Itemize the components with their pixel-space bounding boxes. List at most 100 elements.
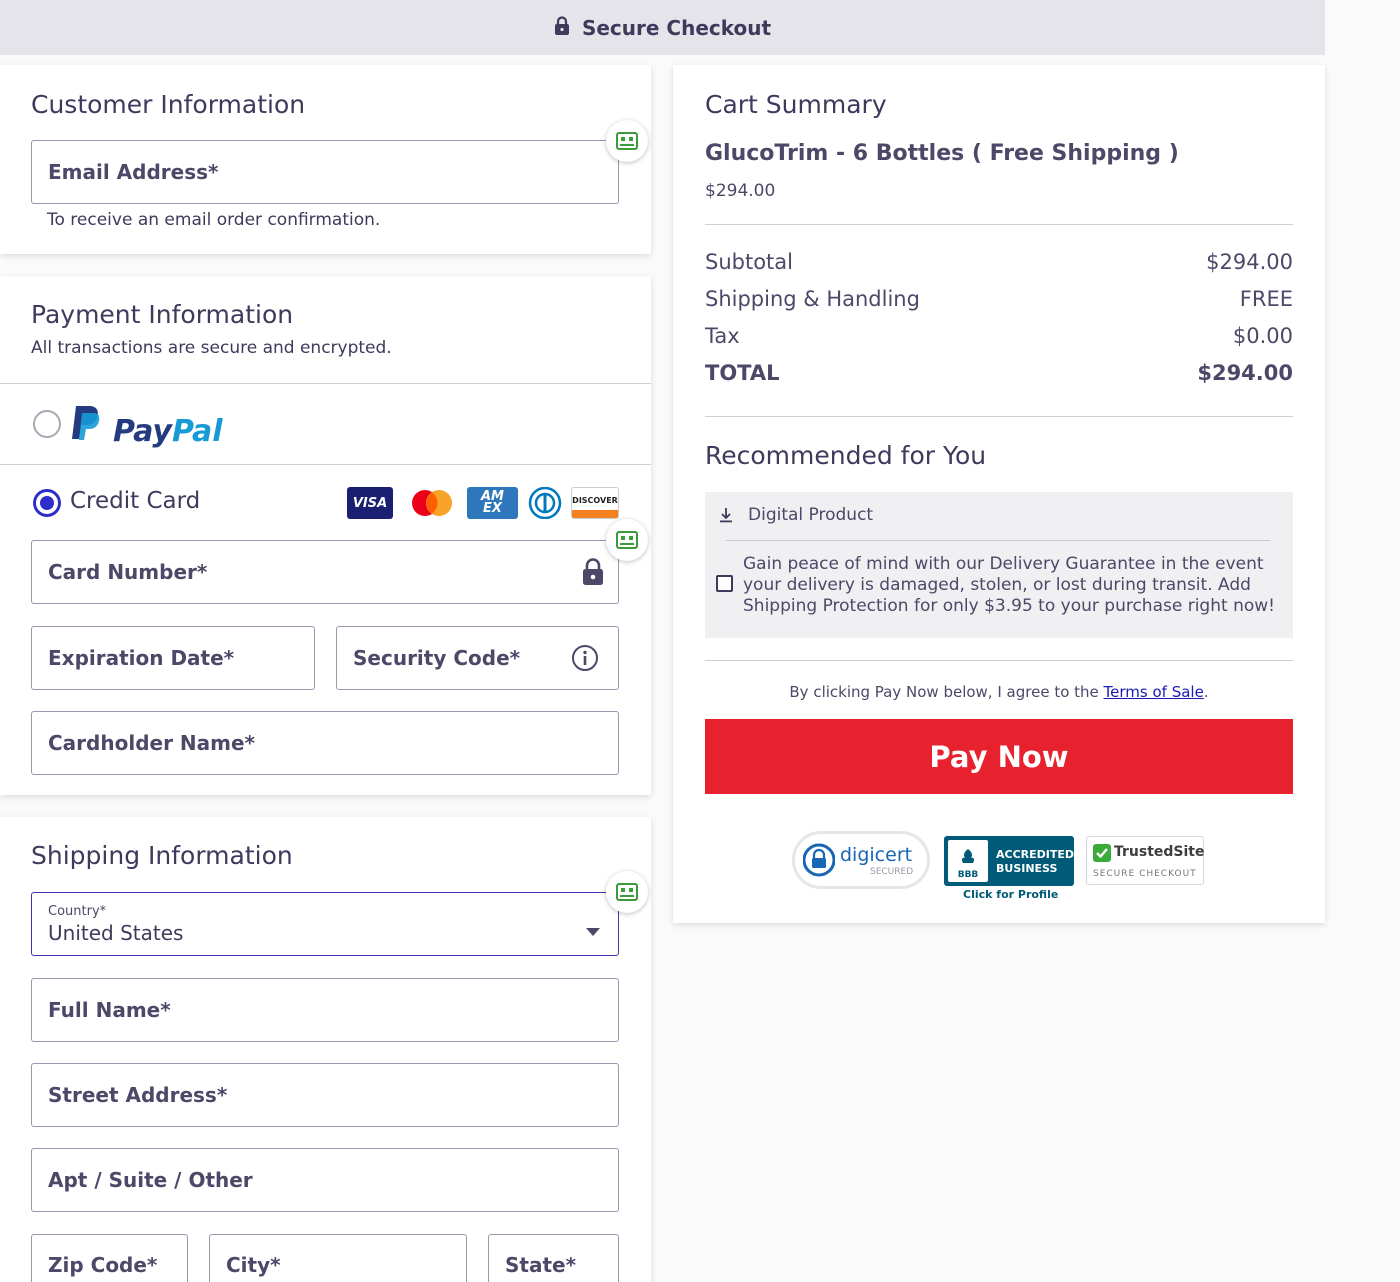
email-hint: To receive an email order confirmation. xyxy=(47,210,381,230)
divider xyxy=(705,416,1293,417)
shipping-information-card: Shipping Information xyxy=(0,817,651,1282)
divider xyxy=(705,224,1293,225)
street-address-label: Street Address* xyxy=(48,1083,228,1107)
bbb-badge[interactable]: BBB ACCREDITED BUSINESS xyxy=(944,836,1074,886)
zip-code-field[interactable]: Zip Code* xyxy=(31,1234,188,1282)
digicert-sub: SECURED xyxy=(870,867,914,877)
credit-card-radio[interactable] xyxy=(33,489,61,517)
subtotal-label: Subtotal xyxy=(705,250,793,274)
product-price: $294.00 xyxy=(705,181,776,201)
download-icon xyxy=(719,507,733,527)
terms-notice: By clicking Pay Now below, I agree to th… xyxy=(705,683,1293,701)
paypal-radio[interactable] xyxy=(33,410,61,438)
tax-value: $0.00 xyxy=(1232,324,1293,348)
cart-summary-heading: Cart Summary xyxy=(705,90,887,119)
info-icon[interactable] xyxy=(571,644,599,676)
subtotal-row: Subtotal $294.00 xyxy=(705,250,1293,274)
state-field[interactable]: State* xyxy=(488,1234,619,1282)
credit-card-label[interactable]: Credit Card xyxy=(70,488,200,514)
apt-suite-label: Apt / Suite / Other xyxy=(48,1168,253,1192)
terms-of-sale-link[interactable]: Terms of Sale xyxy=(1104,683,1204,701)
pay-now-button[interactable]: Pay Now xyxy=(705,719,1293,794)
paypal-label-pay: Pay xyxy=(113,414,172,449)
secure-checkout-bar: Secure Checkout xyxy=(0,0,1325,55)
card-number-label: Card Number* xyxy=(48,560,208,584)
country-select-label: Country* xyxy=(48,903,107,919)
expiration-date-field[interactable]: Expiration Date* xyxy=(31,626,315,690)
autofill-robot-icon[interactable] xyxy=(606,519,648,561)
total-row: TOTAL $294.00 xyxy=(705,361,1293,385)
email-field-label: Email Address* xyxy=(48,160,219,184)
full-name-field[interactable]: Full Name* xyxy=(31,978,619,1042)
state-label: State* xyxy=(505,1253,577,1277)
shipping-protection-checkbox[interactable] xyxy=(716,575,733,592)
paypal-logo-icon xyxy=(70,404,102,446)
divider xyxy=(726,540,1270,541)
payment-information-heading: Payment Information xyxy=(31,300,294,329)
card-number-field[interactable]: Card Number* xyxy=(31,540,619,604)
street-address-field[interactable]: Street Address* xyxy=(31,1063,619,1127)
cardholder-name-field[interactable]: Cardholder Name* xyxy=(31,711,619,775)
divider xyxy=(0,464,651,465)
trustedsite-badge[interactable]: TrustedSite SECURE CHECKOUT xyxy=(1086,836,1205,885)
digicert-badge[interactable]: digicert SECURED xyxy=(792,831,930,889)
amex-logo: AM EX xyxy=(467,487,518,519)
paypal-option[interactable]: PayPal xyxy=(0,384,651,464)
digicert-text: digicert xyxy=(840,844,913,866)
digital-product-label: Digital Product xyxy=(748,505,874,525)
shipping-value: FREE xyxy=(1239,287,1293,311)
divider xyxy=(705,660,1293,661)
security-code-field[interactable]: Security Code* xyxy=(336,626,619,690)
security-code-label: Security Code* xyxy=(353,646,521,670)
bbb-caption[interactable]: Click for Profile xyxy=(963,888,1058,901)
terms-prefix: By clicking Pay Now below, I agree to th… xyxy=(789,683,1104,701)
trustedsite-text: TrustedSite xyxy=(1114,844,1205,860)
bbb-line2: BUSINESS xyxy=(996,862,1058,875)
shipping-row: Shipping & Handling FREE xyxy=(705,287,1293,311)
diners-logo xyxy=(528,486,562,520)
country-select[interactable]: Country* United States xyxy=(31,892,619,956)
city-field[interactable]: City* xyxy=(209,1234,467,1282)
recommended-offer-box: Digital Product Gain peace of mind with … xyxy=(705,492,1293,638)
shipping-information-heading: Shipping Information xyxy=(31,841,293,870)
paypal-label-pal: Pal xyxy=(171,414,223,449)
terms-suffix: . xyxy=(1203,683,1209,701)
tax-row: Tax $0.00 xyxy=(705,324,1293,348)
bbb-line1: ACCREDITED xyxy=(996,848,1075,861)
lock-icon xyxy=(554,15,570,40)
customer-information-heading: Customer Information xyxy=(31,90,306,119)
chevron-down-icon xyxy=(586,921,600,940)
total-value: $294.00 xyxy=(1197,361,1293,385)
discover-logo-text: DISCOVER xyxy=(572,496,618,505)
page-title: Secure Checkout xyxy=(581,15,772,40)
trustedsite-sub: SECURE CHECKOUT xyxy=(1093,869,1197,879)
autofill-robot-icon[interactable] xyxy=(606,120,648,162)
visa-logo: VISA xyxy=(347,487,393,519)
lock-icon xyxy=(582,558,604,590)
tax-label: Tax xyxy=(705,324,740,348)
visa-logo-text: VISA xyxy=(352,495,388,511)
pay-now-label: Pay Now xyxy=(929,739,1069,774)
product-name: GlucoTrim - 6 Bottles ( Free Shipping ) xyxy=(705,141,1179,166)
zip-code-label: Zip Code* xyxy=(48,1253,158,1277)
amex-logo-text-bottom: EX xyxy=(483,501,502,516)
recommended-heading: Recommended for You xyxy=(705,441,987,470)
bbb-logo-icon: BBB xyxy=(948,840,988,882)
city-label: City* xyxy=(226,1253,281,1277)
subtotal-value: $294.00 xyxy=(1206,250,1293,274)
digicert-lock-icon xyxy=(802,842,836,882)
email-field[interactable]: Email Address* xyxy=(31,140,619,204)
paypal-label: PayPal xyxy=(113,414,223,449)
discover-logo: DISCOVER xyxy=(571,487,619,519)
country-select-value: United States xyxy=(48,920,184,945)
expiration-date-label: Expiration Date* xyxy=(48,646,235,670)
mastercard-logo xyxy=(408,487,456,519)
payment-subtitle: All transactions are secure and encrypte… xyxy=(31,338,392,358)
apt-suite-field[interactable]: Apt / Suite / Other xyxy=(31,1148,619,1212)
cardholder-name-label: Cardholder Name* xyxy=(48,731,255,755)
bbb-mark-text: BBB xyxy=(957,870,979,880)
autofill-robot-icon[interactable] xyxy=(606,871,648,913)
shipping-protection-text: Gain peace of mind with our Delivery Gua… xyxy=(743,554,1275,616)
check-icon xyxy=(1093,844,1111,866)
total-label: TOTAL xyxy=(705,361,780,385)
